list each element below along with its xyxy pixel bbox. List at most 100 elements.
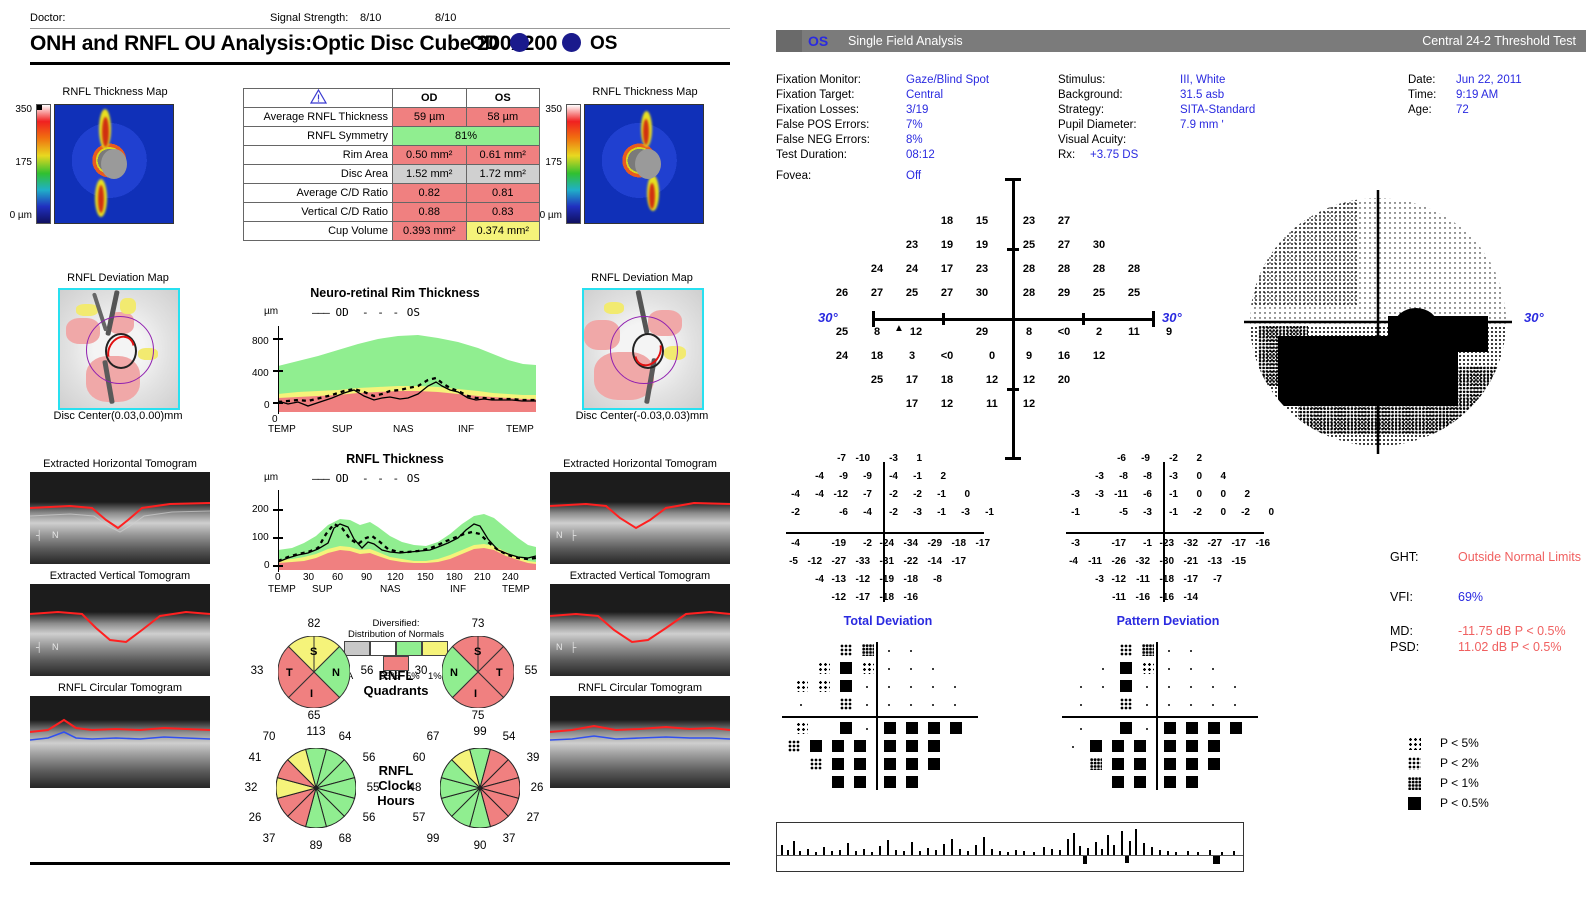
y-tick-0: 0 [264,400,270,411]
threshold-value: 28 [1022,287,1036,299]
table-row: Average RNFL Thickness 59 µm 58 µm [243,107,540,127]
grayscale-field-svg [1244,190,1512,454]
warning-triangle-icon [309,88,327,104]
table-row: Cup Volume 0.393 mm² 0.374 mm² [243,221,540,241]
x-tick-150: 150 [417,572,434,583]
threshold-value: 8 [873,326,881,338]
x-tick-240: 240 [502,572,519,583]
param-label-fovea: Fovea: [776,170,812,182]
x-tick-210: 210 [474,572,491,583]
pd-value: -4 [1069,556,1078,567]
threshold-value: 3 [908,350,916,362]
prob-symbol [1186,758,1198,770]
clock-od-value-2: 56 [362,752,376,764]
normals-legend-line1: Diversified: [372,618,420,629]
clock-os-value-7: 99 [426,833,440,845]
row-value-od: 59 µm [392,107,467,127]
y-axis-unit: µm [264,306,279,317]
circular-tomogram-os [550,696,730,788]
prob-symbol [1208,758,1220,770]
threshold-value: 18 [940,215,954,227]
hfa-title-bar: OS Single Field Analysis Central 24-2 Th… [776,30,1586,52]
param-value-age: 72 [1456,104,1469,116]
clock-od-value-9: 32 [244,782,258,794]
onh-summary-table: OD OS Average RNFL Thickness 59 µm 58 µm… [243,88,540,241]
threshold-value: 23 [975,263,989,275]
threshold-value: 17 [905,398,919,410]
result-value-md: -11.75 dB P < 0.5% [1458,624,1566,638]
signal-strength-label: Signal Strength: [270,12,349,24]
param-value-pupil-diameter: 7.9 mm ʹ [1180,119,1224,131]
pd-value: -16 [1255,538,1270,549]
pd-value: -2 [1193,507,1202,518]
td-value: -8 [933,574,942,585]
clock-os-value-4: 27 [526,812,540,824]
horizontal-tomogram-os: N ├ [550,472,730,564]
prob-symbol [1208,740,1220,752]
chart-legend: ——— OD - - - OS [312,306,420,319]
pd-value: -3 [1169,471,1178,482]
pd-value: -3 [1071,489,1080,500]
table-row: RNFL Symmetry 81% [243,126,540,146]
pd-value: 2 [1196,453,1202,464]
threshold-value: 9 [1025,350,1033,362]
x-label-sup: SUP [312,584,333,595]
td-value: -10 [855,453,870,464]
signal-strength-od: 8/10 [360,12,382,24]
threshold-value: 24 [870,263,884,275]
hfa-bar-square [776,30,802,52]
clock-os-value-8: 57 [412,812,426,824]
horizontal-tomogram-od: ┤ N [30,472,210,564]
legend-od: OD [335,306,349,319]
horizontal-tomogram-caption-os: Extracted Horizontal Tomogram [563,458,717,470]
rnfl-thickness-chart: RNFL Thickness µm ——— OD - - - OS 200 10… [250,452,540,597]
circular-tomogram-od [30,696,210,788]
td-value: -27 [831,556,846,567]
x-label-inf: INF [450,584,467,595]
prob-symbol [928,758,940,770]
param-label-rx: Rx: [1058,149,1076,161]
td-value: -7 [863,489,872,500]
prob-symbol [788,740,800,752]
x-label-temp-right: TEMP [502,584,530,595]
fovea-marker-icon: ▲ [894,323,904,334]
colorbar-top-od: 350 [15,104,32,115]
threshold-value: 30 [1092,239,1106,251]
report-page: Doctor: Signal Strength: 8/10 8/10 ONH a… [0,0,1596,898]
td-value: -9 [863,471,872,482]
pd-value: -21 [1183,556,1198,567]
threshold-value: 8 [1025,326,1033,338]
clock-od-value-8: 26 [248,812,262,824]
rnfl-thickness-map-od [54,104,174,224]
param-value-test-duration: 08:12 [906,149,935,161]
threshold-value: 25 [1127,287,1141,299]
row-value-od: 0.393 mm² [392,221,467,241]
td-value: -1 [937,489,946,500]
row-label: RNFL Symmetry [243,126,393,146]
prob-symbol [884,758,896,770]
prob-symbol [832,776,844,788]
eye-markers: OD OS [470,30,730,56]
clock-od-value-4: 56 [362,812,376,824]
pd-value: -8 [1143,471,1152,482]
circular-tomogram-caption-od: RNFL Circular Tomogram [57,682,183,694]
pd-value: -5 [1119,507,1128,518]
prob-symbol [928,740,940,752]
x-label-temp-left: TEMP [268,424,296,435]
quadrant-os-value-n: 30 [414,665,428,677]
threshold-value: 25 [835,326,849,338]
table-header-od: OD [392,88,467,108]
prob-symbol [906,776,918,788]
prob-symbol [950,722,962,734]
threshold-value: 27 [940,287,954,299]
rnfl-deviation-map-caption-os: RNFL Deviation Map [591,272,693,284]
rnfl-deviation-map-od [58,288,180,410]
pd-value: -32 [1183,538,1198,549]
table-row: Average C/D Ratio 0.82 0.81 [243,183,540,203]
x-tick-30: 30 [303,572,315,583]
rnfl-deviation-map-os [582,288,704,410]
prob-symbol [1134,740,1146,752]
td-value: -4 [815,471,824,482]
degree-label-left: 30° [818,310,838,325]
pd-value: -2 [1169,453,1178,464]
